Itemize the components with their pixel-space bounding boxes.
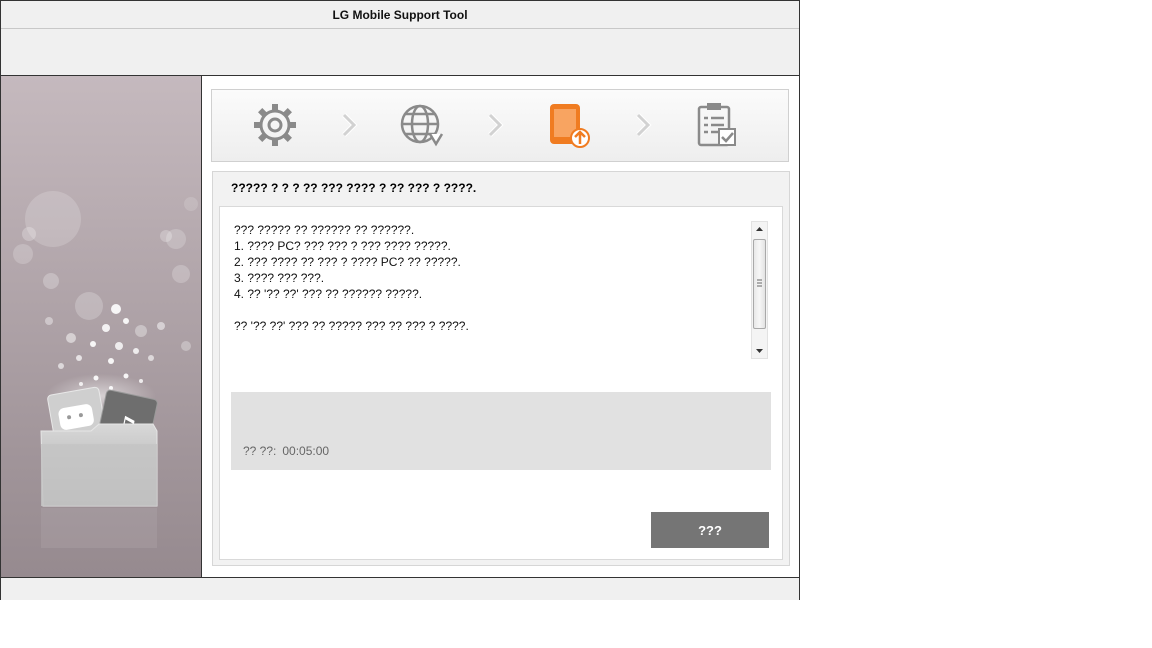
vertical-scrollbar[interactable] — [751, 221, 768, 359]
instruction-text: ????? ? ? ? ?? ??? ???? ? ?? ??? ? ????. — [231, 181, 477, 195]
status-bar — [1, 577, 799, 600]
step-indicator — [211, 89, 789, 162]
cancel-button[interactable]: ??? — [651, 512, 769, 548]
scroll-up-arrow-icon[interactable] — [752, 222, 767, 237]
chevron-right-icon — [342, 113, 358, 137]
instruction-line: ?? '?? ??' ??? ?? ????? ??? ?? ??? ? ???… — [234, 319, 469, 333]
globe-download-icon — [400, 104, 444, 147]
instruction-line: 4. ?? '?? ??' ??? ?? ?????? ?????. — [234, 287, 423, 301]
gear-icon — [254, 104, 296, 146]
main-content: ????? ? ? ? ?? ??? ???? ? ?? ??? ? ????.… — [202, 76, 799, 577]
remaining-time: ?? ??: 00:05:00 — [243, 444, 329, 458]
instruction-line — [234, 302, 469, 318]
scrollbar-thumb[interactable] — [753, 239, 766, 329]
scroll-down-arrow-icon[interactable] — [752, 343, 767, 358]
progress-panel: ????? ? ? ? ?? ??? ???? ? ?? ??? ? ????.… — [212, 171, 790, 566]
instruction-line: ??? ????? ?? ?????? ?? ??????. — [234, 223, 415, 237]
phone-upload-icon — [550, 104, 590, 148]
app-window: LG Mobile Support Tool ????? ? ? ? ?? ??… — [0, 0, 800, 600]
instructions-textbox[interactable]: ??? ????? ?? ?????? ?? ??????. 1. ???? P… — [228, 217, 768, 359]
instruction-line: 2. ??? ???? ?? ??? ? ???? PC? ?? ?????. — [234, 255, 461, 269]
clipboard-check-icon — [697, 103, 736, 147]
chevron-right-icon — [488, 113, 504, 137]
remaining-time-value: 00:05:00 — [282, 444, 330, 458]
instructions-lines: ??? ????? ?? ?????? ?? ??????. 1. ???? P… — [234, 222, 469, 334]
panel-body: ??? ????? ?? ?????? ?? ??????. 1. ???? P… — [219, 206, 783, 560]
instruction-line: 1. ???? PC? ??? ??? ? ??? ???? ?????. — [234, 239, 451, 253]
progress-status-box: ?? ??: 00:05:00 — [231, 392, 771, 470]
sidebar-banner: ♫ — [1, 76, 202, 577]
remaining-time-label: ?? ??: — [243, 444, 277, 458]
instruction-line: 3. ???? ??? ???. — [234, 271, 325, 285]
chevron-right-icon — [636, 113, 652, 137]
folder-illustration: ♫ — [13, 191, 198, 548]
window-title: LG Mobile Support Tool — [1, 1, 799, 29]
toolbar — [1, 29, 799, 76]
grip-icon — [757, 279, 762, 287]
